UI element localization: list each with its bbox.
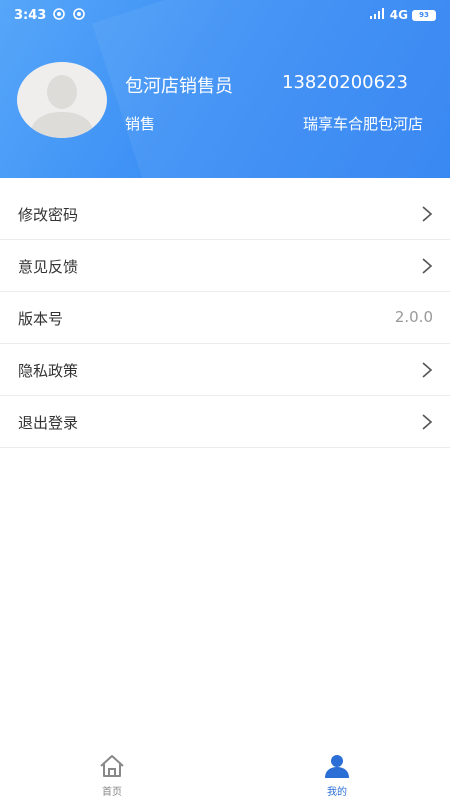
chevron-right-icon — [421, 361, 433, 379]
bottom-tab-bar: 首页 我的 — [0, 744, 450, 800]
avatar[interactable] — [17, 62, 107, 138]
tab-label: 我的 — [327, 787, 347, 798]
user-role: 销售 — [125, 115, 156, 133]
tab-label: 首页 — [102, 787, 122, 798]
settings-menu: 修改密码 意见反馈 版本号 2.0.0 隐私政策 退出登录 — [0, 188, 450, 448]
user-store: 瑞享车合肥包河店 — [302, 115, 423, 133]
status-time: 3:43 — [14, 8, 47, 23]
menu-item-label: 版本号 — [18, 310, 64, 328]
status-bar: 3:43 4G 93 — [0, 0, 450, 32]
notification-icon — [53, 8, 65, 20]
menu-item-privacy-policy[interactable]: 隐私政策 — [0, 344, 450, 396]
user-icon — [323, 755, 351, 782]
menu-item-version: 版本号 2.0.0 — [0, 292, 450, 344]
profile-header: 3:43 4G 93 包河店销售员 13820200623 销售 瑞享车合肥包河… — [0, 0, 450, 178]
menu-item-logout[interactable]: 退出登录 — [0, 396, 450, 448]
chevron-right-icon — [421, 257, 433, 275]
menu-item-label: 意见反馈 — [18, 258, 79, 276]
home-icon — [98, 755, 126, 782]
chevron-right-icon — [421, 205, 433, 223]
menu-item-label: 修改密码 — [18, 206, 79, 224]
signal-icon — [369, 8, 386, 22]
notification-icon — [73, 8, 85, 20]
menu-item-label: 隐私政策 — [18, 362, 79, 380]
tab-home[interactable]: 首页 — [82, 754, 142, 798]
tab-mine[interactable]: 我的 — [307, 754, 367, 798]
menu-item-feedback[interactable]: 意见反馈 — [0, 240, 450, 292]
battery-icon: 93 — [412, 9, 436, 21]
chevron-right-icon — [421, 413, 433, 431]
user-phone: 13820200623 — [282, 72, 408, 93]
menu-item-label: 退出登录 — [18, 414, 79, 432]
menu-item-change-password[interactable]: 修改密码 — [0, 188, 450, 240]
version-value: 2.0.0 — [394, 308, 433, 326]
user-name: 包河店销售员 — [125, 76, 233, 97]
network-type: 4G — [389, 8, 408, 22]
